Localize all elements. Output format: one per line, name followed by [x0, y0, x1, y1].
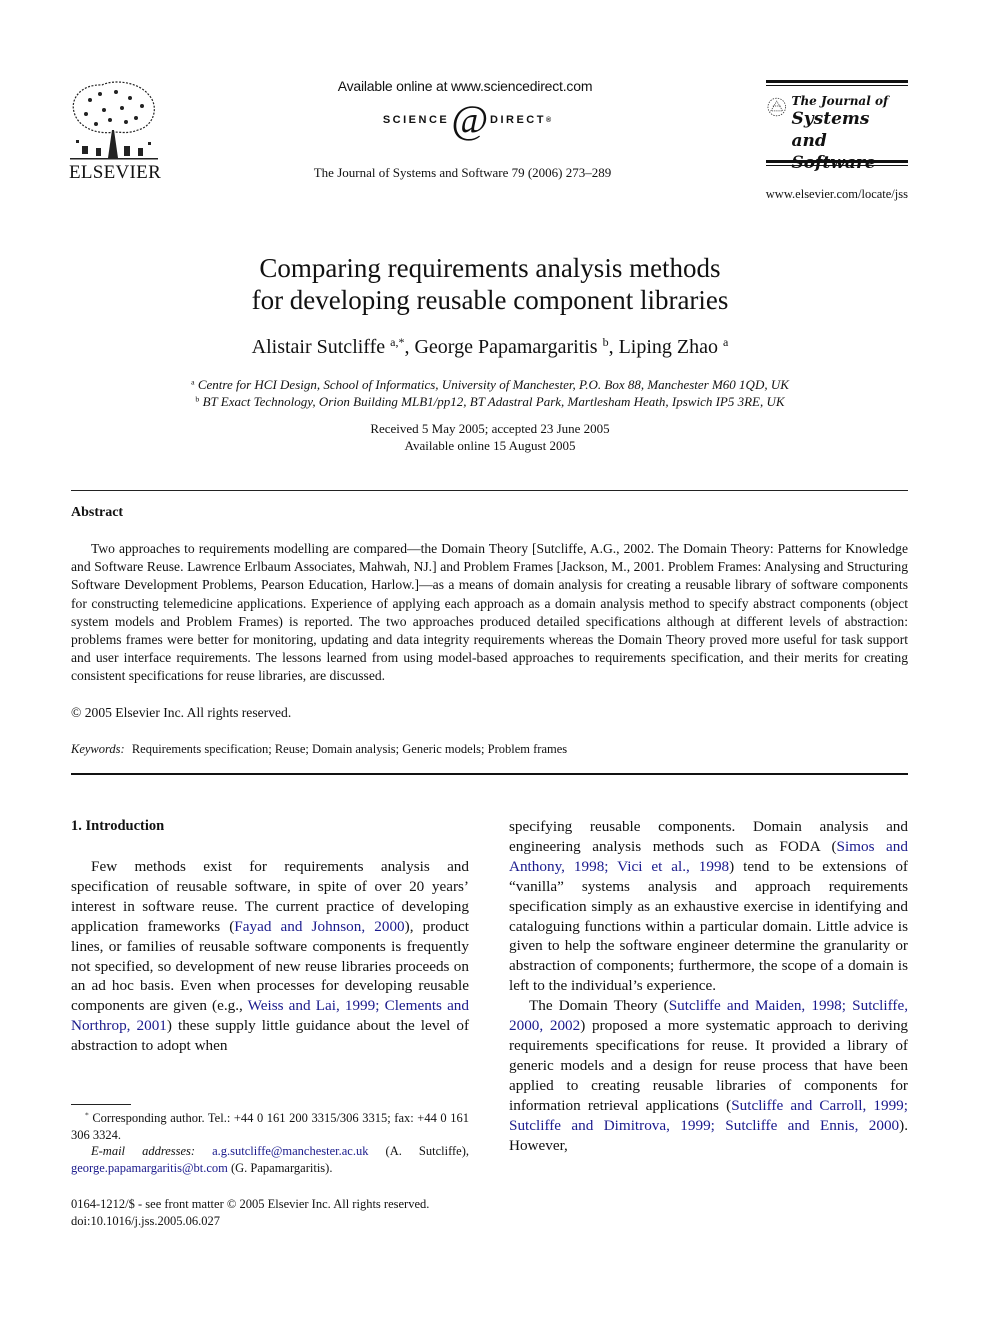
affiliation-mark: b: [195, 394, 200, 404]
title-line-2: for developing reusable component librar…: [251, 285, 729, 315]
affiliation-text: Centre for HCI Design, School of Informa…: [197, 377, 789, 392]
citation-link[interactable]: Fayad and Johnson, 2000: [234, 918, 404, 935]
email-link[interactable]: george.papamargaritis@bt.com: [71, 1161, 228, 1175]
affiliation-mark: a: [191, 377, 195, 387]
email-note: E-mail addresses: a.g.sutcliffe@manchest…: [71, 1143, 469, 1176]
journal-logo-line3: Software: [791, 153, 876, 173]
footnote-rule: [71, 1104, 131, 1105]
abstract-top-rule: [71, 490, 908, 491]
author-affiliation-mark[interactable]: a,*: [390, 335, 404, 349]
author-name: Alistair Sutcliffe: [251, 336, 386, 358]
paragraph: Few methods exist for requirements analy…: [71, 857, 469, 1056]
right-column: specifying reusable components. Domain a…: [509, 817, 908, 1155]
journal-url[interactable]: www.elsevier.com/locate/jss: [740, 187, 908, 202]
publication-dates: Received 5 May 2005; accepted 23 June 20…: [240, 420, 740, 454]
journal-citation: The Journal of Systems and Software 79 (…: [313, 165, 612, 180]
journal-logo-line2: Systems and: [791, 109, 870, 151]
journal-logo-line1: The Journal of: [791, 94, 889, 108]
sciencedirect-right: DIRECT: [490, 114, 546, 126]
doi-line[interactable]: doi:10.1016/j.jss.2005.06.027: [71, 1213, 491, 1230]
paper-title: Comparing requirements analysis methods …: [140, 252, 840, 316]
corresponding-author-note: * Corresponding author. Tel.: +44 0 161 …: [71, 1110, 469, 1143]
keywords-label: Keywords:: [71, 742, 125, 756]
abstract-body: Two approaches to requirements modelling…: [71, 540, 908, 686]
author-affiliation-mark[interactable]: b: [603, 335, 609, 349]
corresponding-author-text: Corresponding author. Tel.: +44 0 161 20…: [71, 1111, 469, 1142]
sciencedirect-left: SCIENCE: [382, 114, 450, 126]
abstract-text: Two approaches to requirements modelling…: [71, 541, 908, 684]
abstract-heading: Abstract: [71, 505, 124, 520]
affiliations: a Centre for HCI Design, School of Infor…: [100, 376, 880, 410]
affiliation-text: BT Exact Technology, Orion Building MLB1…: [202, 394, 785, 409]
email-label: E-mail addresses:: [91, 1144, 196, 1158]
paragraph: specifying reusable components. Domain a…: [509, 817, 908, 996]
journal-logo: The Journal of Systems and Software: [766, 80, 908, 173]
available-online-date: Available online 15 August 2005: [404, 438, 576, 453]
author-affiliation-mark[interactable]: a: [723, 335, 728, 349]
publisher-name: ELSEVIER: [68, 162, 162, 183]
footnotes: * Corresponding author. Tel.: +44 0 161 …: [71, 1110, 469, 1176]
title-line-1: Comparing requirements analysis methods: [259, 253, 721, 283]
footnote-mark: *: [85, 1110, 89, 1120]
journal-emblem-icon: [767, 97, 786, 117]
registered-mark: ®: [545, 116, 552, 124]
email-owner: (A. Sutcliffe),: [385, 1144, 470, 1158]
elsevier-logo: ELSEVIER: [68, 80, 162, 183]
author-name: George Papamargaritis: [414, 336, 598, 358]
sciencedirect-availability: Available online at www.sciencedirect.co…: [337, 78, 593, 94]
sciencedirect-at-icon: @: [451, 97, 489, 142]
section-heading-introduction: 1. Introduction: [71, 818, 165, 834]
abstract-bottom-rule: [71, 773, 908, 775]
author-name: Liping Zhao: [618, 336, 719, 358]
left-column: Few methods exist for requirements analy…: [71, 857, 469, 1056]
body-text: The Domain Theory (: [529, 997, 669, 1015]
email-owner: (G. Papamargaritis).: [230, 1160, 333, 1175]
affiliation-item: b BT Exact Technology, Orion Building ML…: [100, 393, 880, 410]
keywords: Keywords: Requirements specification; Re…: [71, 742, 567, 757]
abstract-copyright: © 2005 Elsevier Inc. All rights reserved…: [71, 705, 292, 720]
elsevier-tree-icon: [70, 81, 158, 160]
keywords-list: Requirements specification; Reuse; Domai…: [131, 742, 568, 756]
issn-line: 0164-1212/$ - see front matter © 2005 El…: [71, 1197, 430, 1211]
received-date: Received 5 May 2005; accepted 23 June 20…: [370, 421, 610, 436]
email-link[interactable]: a.g.sutcliffe@manchester.ac.uk: [212, 1144, 368, 1158]
author-list: Alistair Sutcliffe a,*, George Papamarga…: [251, 334, 729, 358]
body-text: ) tend to be extensions of “vanilla” sys…: [509, 857, 908, 995]
affiliation-item: a Centre for HCI Design, School of Infor…: [100, 376, 880, 393]
sciencedirect-logo: SCIENCE @ DIRECT ®: [372, 100, 562, 140]
paragraph: The Domain Theory (Sutcliffe and Maiden,…: [509, 996, 908, 1155]
footer-info: 0164-1212/$ - see front matter © 2005 El…: [71, 1196, 491, 1230]
